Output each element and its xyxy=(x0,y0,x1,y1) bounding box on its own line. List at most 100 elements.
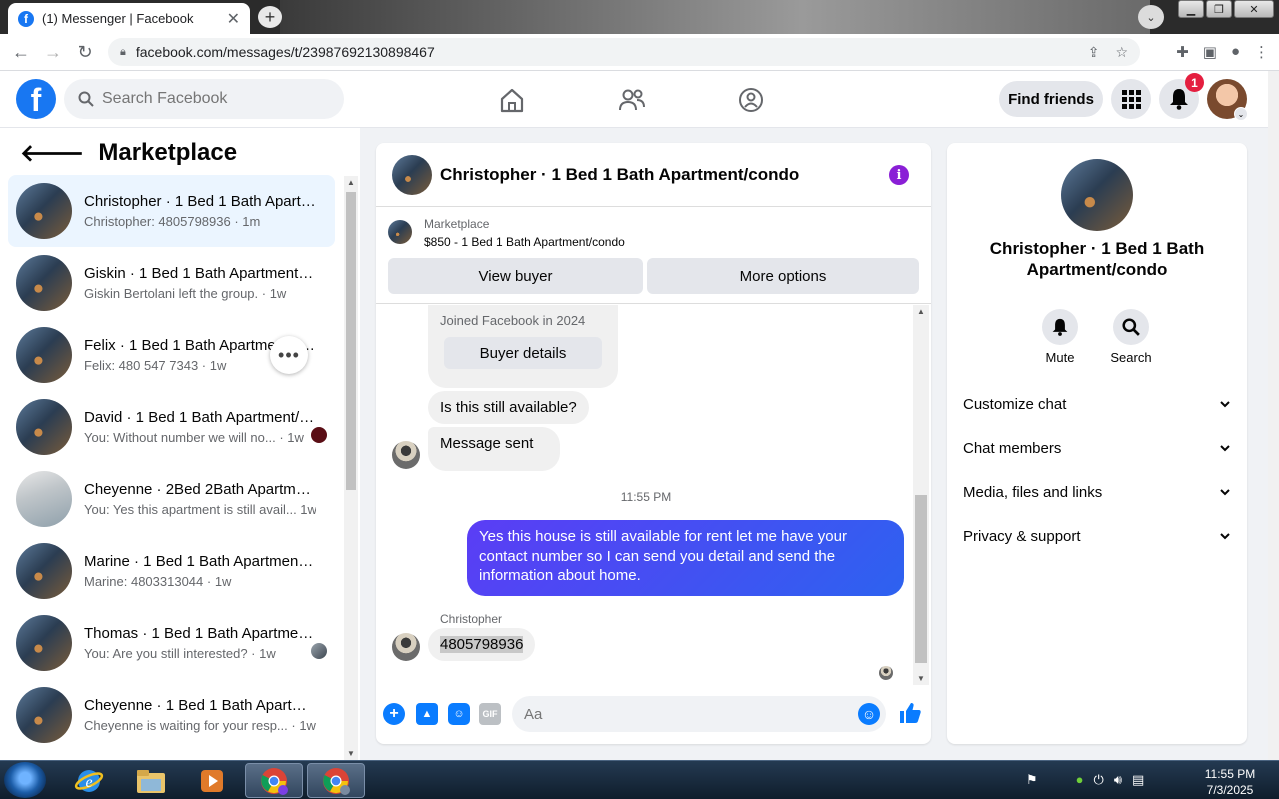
conversation-item[interactable]: Marine · 1 Bed 1 Bath Apartment/condo Mar… xyxy=(8,535,335,607)
joined-text: Joined Facebook in 2024 xyxy=(440,313,586,328)
conversation-item[interactable]: Giskin · 1 Bed 1 Bath Apartment/condo Gis… xyxy=(8,247,335,319)
conversation-name: David · 1 Bed 1 Bath Apartment/condo xyxy=(84,409,316,426)
network-icon[interactable]: ▤ xyxy=(1132,772,1144,788)
scrollbar-thumb[interactable] xyxy=(915,495,927,663)
info-icon[interactable]: i xyxy=(889,165,909,185)
message-input[interactable] xyxy=(524,705,844,723)
listing-thumbnail[interactable] xyxy=(388,220,412,244)
forward-arrow-icon[interactable]: → xyxy=(42,42,64,63)
maximize-icon[interactable]: ❐ xyxy=(1206,0,1232,18)
home-icon[interactable] xyxy=(497,85,527,115)
customize-chat-row[interactable]: Customize chat xyxy=(963,386,1231,422)
url-text: facebook.com/messages/t/2398769213089846… xyxy=(135,44,435,60)
conversation-item[interactable]: Cheyenne · 1 Bed 1 Bath Apartment/condo C… xyxy=(8,679,335,751)
chat-avatar[interactable] xyxy=(392,154,432,195)
conversation-item[interactable]: Cheyenne · 2Bed 2Bath Apartment/condo You… xyxy=(8,463,335,535)
scrollbar[interactable]: ▲ ▼ xyxy=(344,176,358,760)
tab-search-chevron-icon[interactable]: ⌄ xyxy=(1138,5,1164,29)
message-input-box[interactable]: ☺ xyxy=(512,696,886,732)
start-button[interactable] xyxy=(4,762,46,798)
share-icon[interactable]: ⇪ xyxy=(1088,44,1100,61)
chat-title[interactable]: Christopher · 1 Bed 1 Bath Apartment/con… xyxy=(440,165,799,185)
contact-avatar[interactable] xyxy=(1061,159,1133,231)
minimize-icon[interactable]: ▁ xyxy=(1178,0,1204,18)
chrome-icon xyxy=(323,767,350,795)
volume-icon[interactable]: 🔊︎ xyxy=(1114,772,1122,788)
friends-icon[interactable] xyxy=(617,85,647,115)
message-timestamp: 11:55 PM xyxy=(620,490,672,504)
account-chevron-icon[interactable]: ⌄ xyxy=(1234,107,1248,121)
facebook-logo-icon[interactable]: f xyxy=(16,79,56,119)
mute-action[interactable]: Mute xyxy=(1030,309,1090,365)
marketplace-inbox: 🡐 Marketplace Christopher · 1 Bed 1 Bath… xyxy=(0,128,360,760)
view-buyer-button[interactable]: View buyer xyxy=(388,258,643,294)
address-bar[interactable]: 🔒︎ facebook.com/messages/t/2398769213089… xyxy=(108,38,1140,66)
tab-close-icon[interactable]: ✕ xyxy=(227,9,240,29)
search-icon xyxy=(1122,318,1140,336)
lock-icon[interactable]: 🔒︎ xyxy=(120,46,126,59)
file-explorer-icon[interactable] xyxy=(122,763,180,798)
chrome-window-icon[interactable] xyxy=(307,763,365,798)
media-player-icon[interactable] xyxy=(183,763,241,798)
search-input[interactable] xyxy=(102,90,322,108)
scroll-up-icon[interactable]: ▲ xyxy=(917,307,925,316)
section-label: Media, files and links xyxy=(963,483,1103,501)
action-center-icon[interactable]: ⚑ xyxy=(1026,772,1038,788)
scroll-down-icon[interactable]: ▼ xyxy=(917,674,925,683)
conversation-item[interactable]: David · 1 Bed 1 Bath Apartment/condo You:… xyxy=(8,391,335,463)
search-box[interactable] xyxy=(64,79,344,119)
new-tab-button[interactable]: + xyxy=(258,6,282,28)
marketplace-label: Marketplace xyxy=(424,217,490,231)
system-clock[interactable]: 11:55 PM 7/3/2025 xyxy=(1195,766,1265,798)
sender-avatar[interactable] xyxy=(392,441,420,469)
back-arrow-icon[interactable]: 🡐 xyxy=(20,138,84,168)
menu-kebab-icon[interactable]: ⋮ xyxy=(1254,43,1269,61)
find-friends-button[interactable]: Find friends xyxy=(999,81,1103,117)
scroll-down-icon[interactable]: ▼ xyxy=(347,749,355,758)
emoji-icon[interactable]: ☺ xyxy=(858,703,880,725)
chat-members-row[interactable]: Chat members xyxy=(963,430,1231,466)
buyer-card: Joined Facebook in 2024 Buyer details xyxy=(428,305,618,388)
sticker-icon[interactable]: ☺ xyxy=(448,703,470,725)
reload-icon[interactable]: ↻ xyxy=(74,42,96,63)
sender-avatar[interactable] xyxy=(392,633,420,661)
buyer-details-button[interactable]: Buyer details xyxy=(444,337,602,369)
conversation-more-button[interactable]: ••• xyxy=(270,336,308,374)
thumbs-up-icon[interactable] xyxy=(898,701,922,725)
page-scrollbar[interactable] xyxy=(1268,71,1279,760)
system-tray: ⚑ ● ⏻ 🔊︎ ▤ xyxy=(1026,772,1144,788)
chrome-window-icon[interactable] xyxy=(245,763,303,798)
listing-avatar xyxy=(16,543,72,599)
listing-title[interactable]: $850 - 1 Bed 1 Bath Apartment/condo xyxy=(424,235,625,249)
section-label: Chat members xyxy=(963,439,1062,457)
close-window-icon[interactable]: ✕ xyxy=(1234,0,1274,18)
profile-icon[interactable]: ● xyxy=(1231,43,1240,61)
scrollbar-thumb[interactable] xyxy=(346,192,356,490)
facebook-header: f Find friends 1 ⌄ xyxy=(0,71,1268,128)
page-title: Marketplace xyxy=(98,139,238,166)
gif-icon[interactable]: GIF xyxy=(479,703,501,725)
power-icon[interactable]: ⏻ xyxy=(1094,772,1104,788)
conversation-item[interactable]: Thomas · 1 Bed 1 Bath Apartment/condo You… xyxy=(8,607,335,679)
internet-explorer-icon[interactable]: e xyxy=(60,763,118,798)
bookmark-star-icon[interactable]: ☆ xyxy=(1115,44,1128,61)
conversation-item[interactable]: Christopher · 1 Bed 1 Bath Apartment/con… xyxy=(8,175,335,247)
media-files-row[interactable]: Media, files and links xyxy=(963,474,1231,510)
extensions-puzzle-icon[interactable]: ✚ xyxy=(1176,43,1189,61)
privacy-support-row[interactable]: Privacy & support xyxy=(963,518,1231,554)
torrent-icon[interactable]: ● xyxy=(1076,772,1084,788)
scroll-up-icon[interactable]: ▲ xyxy=(347,178,355,187)
message-scrollbar[interactable]: ▲ ▼ xyxy=(913,305,929,685)
phone-number-text: 4805798936 xyxy=(440,636,524,653)
back-arrow-icon[interactable]: ← xyxy=(10,42,32,63)
more-options-button[interactable]: More options xyxy=(647,258,919,294)
conversation-preview: Marine: 4803313044 · 1w xyxy=(84,574,232,589)
plus-icon[interactable]: + xyxy=(383,703,405,725)
browser-tab[interactable]: f (1) Messenger | Facebook ✕ xyxy=(8,3,250,34)
section-label: Customize chat xyxy=(963,395,1067,413)
side-panel-icon[interactable]: ▣ xyxy=(1203,43,1217,61)
search-action[interactable]: Search xyxy=(1101,309,1161,365)
photo-icon[interactable]: ▲ xyxy=(416,703,438,725)
menu-grid-button[interactable] xyxy=(1111,79,1151,119)
groups-icon[interactable] xyxy=(736,85,766,115)
